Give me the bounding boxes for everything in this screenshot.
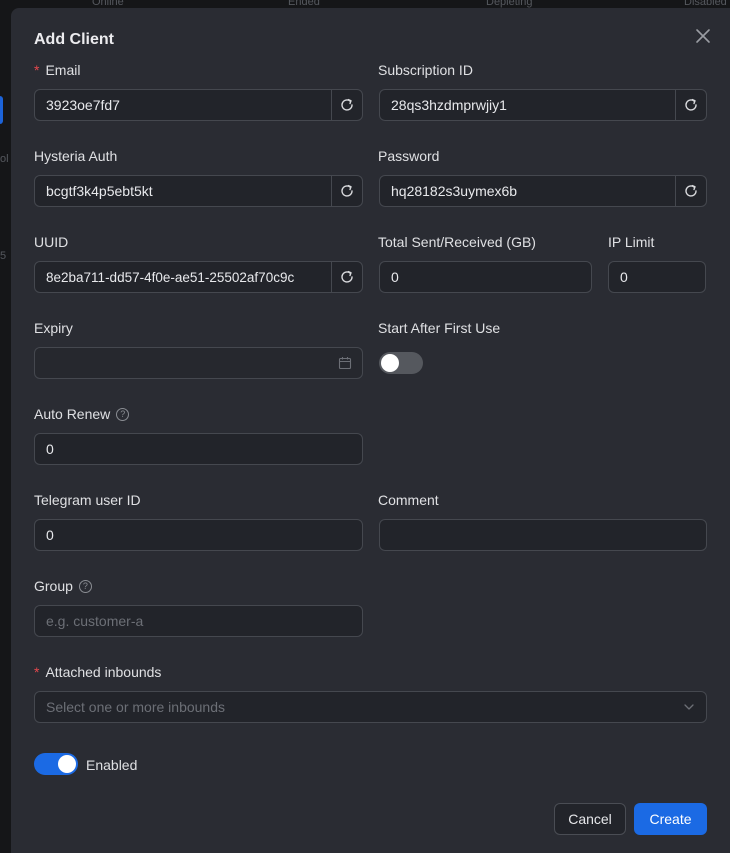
close-icon[interactable] [693,26,713,46]
expiry-label: Expiry [34,320,73,336]
hysteria-auth-value: bcgtf3k4p5ebt5kt [46,183,153,199]
hysteria-auth-label: Hysteria Auth [34,148,118,164]
ip-limit-value: 0 [620,269,628,285]
start-after-first-use-label: Start After First Use [378,320,501,336]
password-value: hq28182s3uymex6b [391,183,518,199]
group-placeholder: e.g. customer-a [46,613,144,629]
refresh-icon[interactable] [331,262,362,292]
bg-col-online: Online [92,0,124,8]
toggle-knob [58,755,76,773]
refresh-icon[interactable] [675,176,706,206]
bg-fragment-number: 5 [0,250,7,262]
enabled-label: Enabled [86,757,138,773]
refresh-icon[interactable] [331,176,362,206]
password-label: Password [378,148,440,164]
question-circle-icon[interactable]: ? [116,407,130,421]
start-after-first-use-toggle[interactable] [379,352,423,374]
total-traffic-label: Total Sent/Received (GB) [378,234,536,250]
background-table-header: Online Ended Depleting Disabled [0,0,730,8]
password-field[interactable]: hq28182s3uymex6b [379,175,707,207]
modal-title: Add Client [34,31,114,48]
email-value: 3923oe7fd7 [46,97,120,113]
group-input[interactable]: e.g. customer-a [34,605,363,637]
chevron-down-icon [672,701,706,713]
auto-renew-input[interactable]: 0 [34,433,363,465]
telegram-user-id-label: Telegram user ID [34,492,141,508]
attached-inbounds-placeholder: Select one or more inbounds [46,699,225,715]
expiry-date-picker[interactable] [34,347,363,379]
uuid-value: 8e2ba711-dd57-4f0e-ae51-25502af70c9c [46,269,295,285]
uuid-label: UUID [34,234,69,250]
enabled-toggle[interactable] [34,753,78,775]
bg-fragment-text: ol [0,153,9,165]
group-label: Group? [34,578,92,594]
email-label: * Email [34,62,81,78]
telegram-user-id-value: 0 [46,527,54,543]
subscription-id-label: Subscription ID [378,62,473,78]
uuid-field[interactable]: 8e2ba711-dd57-4f0e-ae51-25502af70c9c [34,261,363,293]
email-field[interactable]: 3923oe7fd7 [34,89,363,121]
question-circle-icon[interactable]: ? [78,579,92,593]
telegram-user-id-input[interactable]: 0 [34,519,363,551]
bg-col-ended: Ended [288,0,320,8]
calendar-icon [328,356,362,370]
comment-input[interactable] [379,519,707,551]
hysteria-auth-field[interactable]: bcgtf3k4p5ebt5kt [34,175,363,207]
ip-limit-label: IP Limit [608,234,655,250]
cancel-button[interactable]: Cancel [554,803,626,835]
bg-primary-button-edge [0,96,3,124]
total-traffic-value: 0 [391,269,399,285]
attached-inbounds-label: * Attached inbounds [34,664,162,680]
total-traffic-input[interactable]: 0 [379,261,592,293]
create-button[interactable]: Create [634,803,707,835]
ip-limit-input[interactable]: 0 [608,261,706,293]
attached-inbounds-select[interactable]: Select one or more inbounds [34,691,707,723]
bg-col-depleting: Depleting [486,0,533,8]
refresh-icon[interactable] [675,90,706,120]
auto-renew-value: 0 [46,441,54,457]
bg-col-disabled: Disabled [684,0,727,8]
comment-label: Comment [378,492,439,508]
toggle-knob [381,354,399,372]
auto-renew-label: Auto Renew? [34,406,130,422]
subscription-id-field[interactable]: 28qs3hzdmprwjiy1 [379,89,707,121]
subscription-id-value: 28qs3hzdmprwjiy1 [391,97,507,113]
refresh-icon[interactable] [331,90,362,120]
add-client-modal: Add Client * Email 3923oe7fd7 Subscriptio… [11,8,730,853]
